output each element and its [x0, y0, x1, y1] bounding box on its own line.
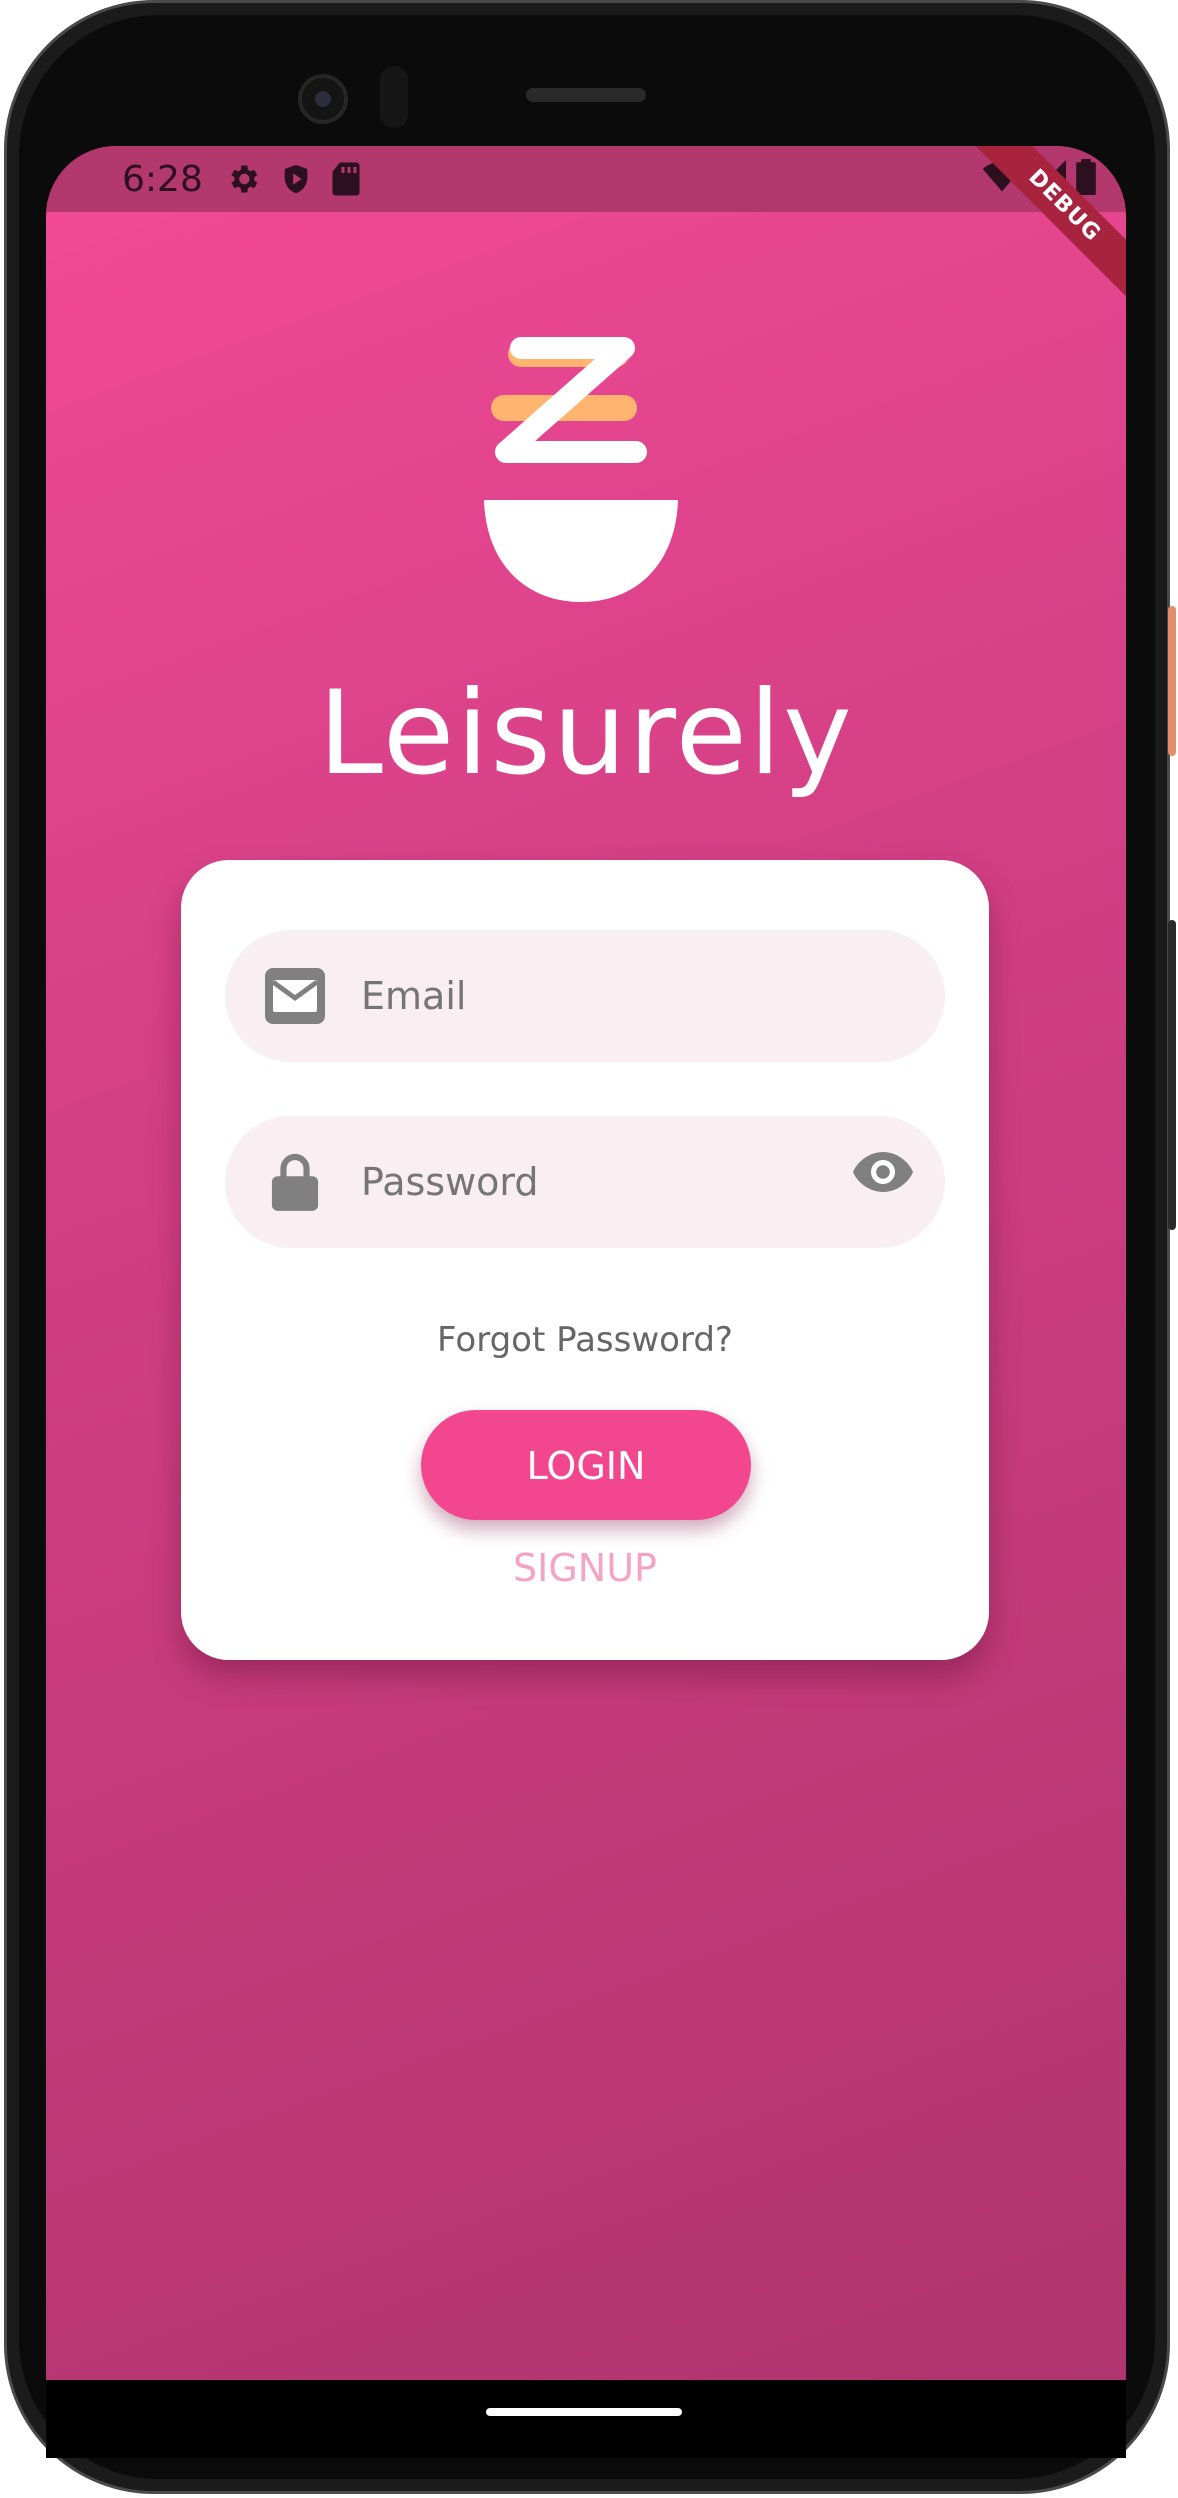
login-button[interactable]: LOGIN — [421, 1410, 751, 1520]
sd-card-icon — [331, 161, 361, 197]
app-logo — [476, 334, 686, 614]
front-camera — [298, 74, 348, 124]
power-button — [1168, 606, 1176, 756]
volume-button — [1168, 920, 1176, 1230]
eye-icon[interactable] — [851, 1150, 915, 1199]
shield-icon — [279, 161, 313, 197]
status-bar: 6:28 — [46, 146, 1126, 212]
lock-icon — [263, 1150, 327, 1214]
email-input[interactable] — [359, 973, 945, 1019]
app-screen: 6:28 DEBUG Leisurely Email Forgot Passwo… — [46, 146, 1126, 2380]
gear-icon — [225, 161, 261, 197]
status-time: 6:28 — [122, 158, 203, 200]
forgot-password-link[interactable]: Forgot Password? — [181, 1320, 989, 1360]
proximity-sensor — [380, 66, 408, 128]
app-title: Leisurely — [318, 666, 854, 801]
signup-link[interactable]: SIGNUP — [181, 1546, 989, 1590]
login-card: Forgot Password? LOGIN SIGNUP — [181, 860, 989, 1660]
password-field[interactable] — [225, 1116, 945, 1248]
email-field[interactable] — [225, 930, 945, 1062]
navigation-bar — [46, 2380, 1126, 2458]
envelope-icon — [263, 964, 327, 1028]
home-indicator[interactable] — [486, 2408, 682, 2416]
earpiece-speaker — [526, 88, 646, 102]
